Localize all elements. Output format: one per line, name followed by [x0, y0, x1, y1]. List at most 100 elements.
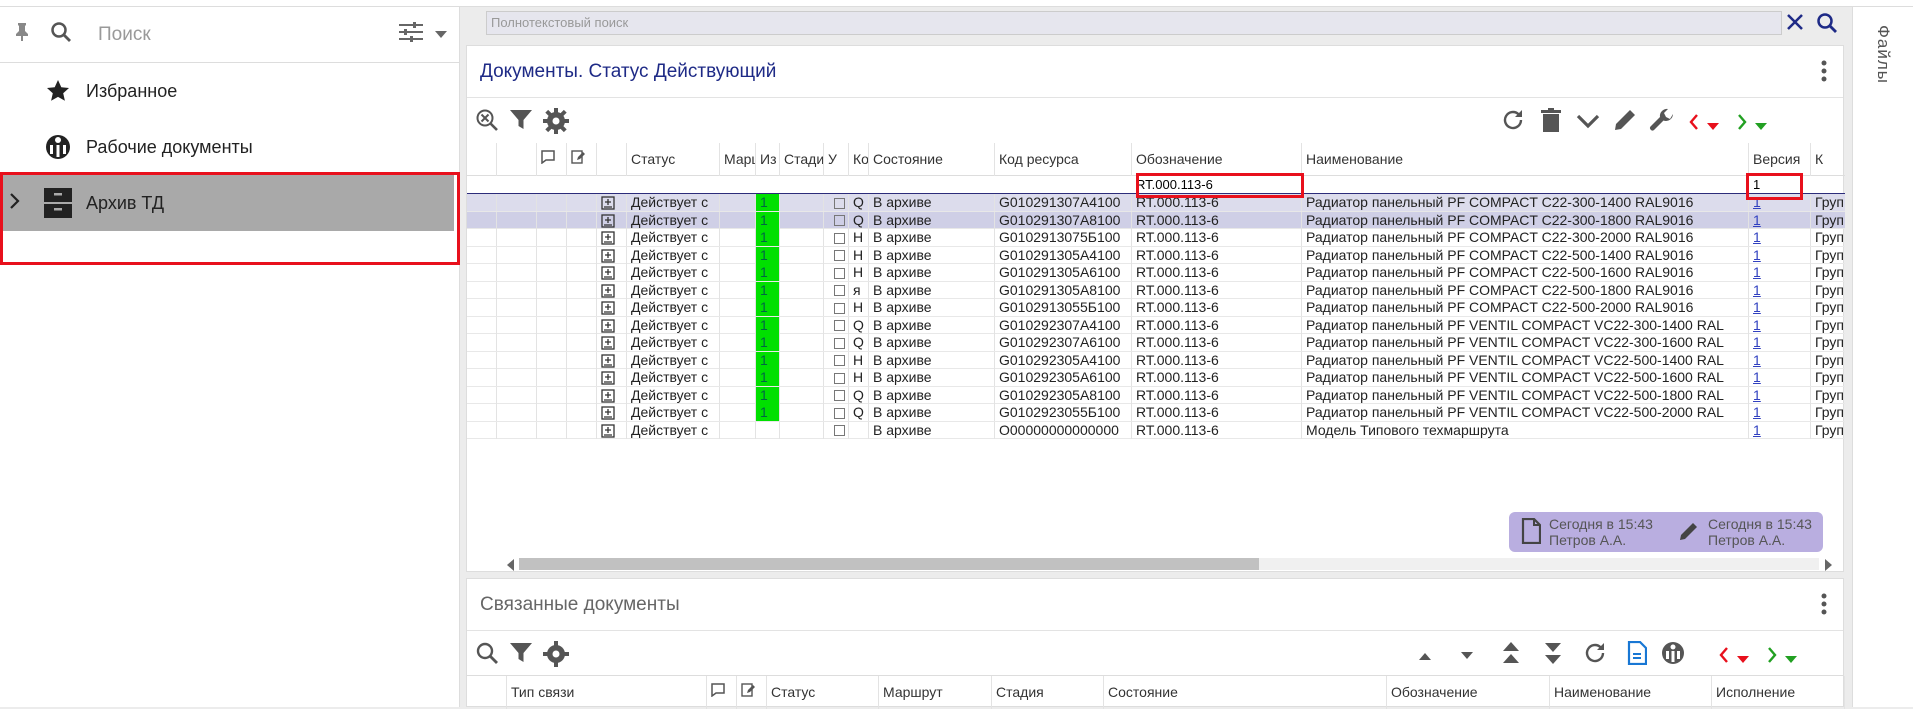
row-checkbox[interactable]: [824, 246, 849, 264]
table-row[interactable]: Действует с 1 QВ архиве G010292307A4100 RT.0…: [467, 316, 1845, 334]
table-row[interactable]: Действует с 1 НВ архиве G0102913075Б100 RT.0…: [467, 229, 1845, 247]
table-row[interactable]: Действует с 1 НВ архиве G010292305A6100 RT.0…: [467, 369, 1845, 387]
col-name[interactable]: Наименование: [1550, 676, 1712, 709]
cell-version[interactable]: 1: [1749, 281, 1811, 299]
row-checkbox[interactable]: [824, 334, 849, 351]
cell-version[interactable]: 1: [1749, 404, 1811, 421]
col-comment[interactable]: [537, 143, 567, 176]
row-checkbox[interactable]: [824, 386, 849, 404]
chevron-down-icon[interactable]: [1737, 651, 1749, 669]
refresh-icon[interactable]: [1583, 641, 1607, 670]
col-route[interactable]: Марш: [720, 143, 756, 176]
clear-filter-icon[interactable]: [475, 108, 499, 137]
cell-version[interactable]: 1: [1749, 351, 1811, 369]
checkbox[interactable]: [834, 250, 845, 262]
col-resource-code[interactable]: Код ресурса: [995, 143, 1132, 176]
col-designation[interactable]: Обозначение: [1132, 143, 1302, 176]
cell-version[interactable]: 1: [1749, 211, 1811, 229]
sidebar-search-input[interactable]: Поиск: [98, 24, 399, 46]
col-stage[interactable]: Стади: [780, 143, 824, 176]
table-row[interactable]: Действует с 1 НВ архиве G010292305A4100 RT.0…: [467, 351, 1845, 369]
checkbox[interactable]: [834, 302, 845, 314]
previous-red-icon[interactable]: [1689, 114, 1699, 135]
row-checkbox[interactable]: [824, 316, 849, 334]
checkbox[interactable]: [834, 267, 845, 279]
table-row[interactable]: Действует с 1 QВ архиве G0102923055Б100 RT.0…: [467, 404, 1845, 422]
cell-version[interactable]: 1: [1749, 334, 1811, 351]
row-checkbox[interactable]: [824, 421, 849, 439]
search-icon[interactable]: [1816, 12, 1838, 39]
cell-version[interactable]: 1: [1749, 386, 1811, 404]
checkbox[interactable]: [834, 320, 845, 332]
col-state[interactable]: Состояние: [869, 143, 995, 176]
move-up-icon[interactable]: [1419, 647, 1431, 665]
next-green-icon[interactable]: [1737, 114, 1747, 135]
more-vert-icon[interactable]: [1821, 60, 1827, 87]
delete-icon[interactable]: [1541, 108, 1561, 137]
table-row[interactable]: Действует с 1 НВ архиве G0102913055Б100 RT.0…: [467, 299, 1845, 317]
checkbox[interactable]: [834, 285, 845, 297]
table-row[interactable]: Действует с 1 яВ архиве G010291305A8100 RT.0…: [467, 281, 1845, 299]
col-designation[interactable]: Обозначение: [1387, 676, 1550, 709]
chevron-down-icon[interactable]: [1755, 118, 1767, 136]
clear-icon[interactable]: [1785, 12, 1805, 37]
filter-settings-icon[interactable]: [399, 22, 425, 47]
pencil-icon[interactable]: [1613, 108, 1637, 137]
checkbox[interactable]: [834, 215, 845, 227]
checkbox[interactable]: [834, 390, 845, 402]
filter-icon[interactable]: [509, 641, 533, 670]
workflow-icon[interactable]: [1661, 641, 1685, 670]
col-select[interactable]: [467, 143, 497, 176]
col-status[interactable]: Статус: [767, 676, 879, 709]
col-u[interactable]: У: [824, 143, 849, 176]
row-checkbox[interactable]: [824, 351, 849, 369]
gear-icon[interactable]: [543, 641, 569, 672]
table-row[interactable]: Действует с В архиве O00000000000000 RT.000…: [467, 421, 1845, 439]
col-version[interactable]: Версия: [1749, 143, 1811, 176]
scroll-left-icon[interactable]: [507, 558, 515, 576]
move-top-icon[interactable]: [1503, 641, 1519, 670]
refresh-icon[interactable]: [1501, 108, 1525, 137]
col-ko[interactable]: Ко: [849, 143, 869, 176]
cell-version[interactable]: 1: [1749, 229, 1811, 246]
col-state[interactable]: Состояние: [1104, 676, 1387, 709]
cell-version[interactable]: 1: [1749, 246, 1811, 264]
row-checkbox[interactable]: [824, 281, 849, 299]
col-edit[interactable]: [737, 676, 767, 709]
checkbox[interactable]: [834, 337, 845, 349]
checkbox[interactable]: [834, 355, 845, 367]
col-status[interactable]: Статус: [627, 143, 720, 176]
checkbox[interactable]: [834, 372, 845, 384]
cell-version[interactable]: 1: [1749, 421, 1811, 439]
table-row[interactable]: Действует с 1 QВ архиве G010292305A8100 RT.0…: [467, 386, 1845, 404]
move-bottom-icon[interactable]: [1545, 641, 1561, 670]
cell-version[interactable]: 1: [1749, 316, 1811, 334]
table-row[interactable]: Действует с 1 QВ архиве G010291307A8100 RT.0…: [467, 211, 1845, 229]
row-checkbox[interactable]: [824, 211, 849, 229]
row-checkbox[interactable]: [824, 264, 849, 281]
col-k[interactable]: К: [1811, 143, 1845, 176]
col-select[interactable]: [467, 676, 507, 709]
col-stage[interactable]: Стадия: [992, 676, 1104, 709]
col-type[interactable]: [597, 143, 627, 176]
previous-red-icon[interactable]: [1719, 647, 1729, 668]
table-row[interactable]: Действует с 1 НВ архиве G010291305A6100 RT.0…: [467, 264, 1845, 282]
checkbox[interactable]: [834, 407, 845, 419]
col-route[interactable]: Маршрут: [879, 676, 992, 709]
row-checkbox[interactable]: [824, 229, 849, 246]
scroll-right-icon[interactable]: [1825, 558, 1833, 576]
chevron-down-icon[interactable]: [1707, 118, 1719, 136]
sidebar-item-work-documents[interactable]: Рабочие документы: [0, 119, 459, 175]
cell-version[interactable]: 1: [1749, 369, 1811, 386]
fulltext-search-input[interactable]: Полнотекстовый поиск: [486, 11, 1782, 35]
col-execution[interactable]: Исполнение: [1712, 676, 1845, 709]
wrench-icon[interactable]: [1649, 108, 1675, 139]
row-checkbox[interactable]: [824, 369, 849, 386]
sidebar-item-favorites[interactable]: Избранное: [0, 63, 459, 119]
row-checkbox[interactable]: [824, 194, 849, 211]
col-edit[interactable]: [567, 143, 597, 176]
files-side-panel[interactable]: Файлы: [1852, 7, 1913, 707]
col-name[interactable]: Наименование: [1302, 143, 1749, 176]
next-green-icon[interactable]: [1767, 647, 1777, 668]
col-iz[interactable]: Из: [756, 143, 780, 176]
